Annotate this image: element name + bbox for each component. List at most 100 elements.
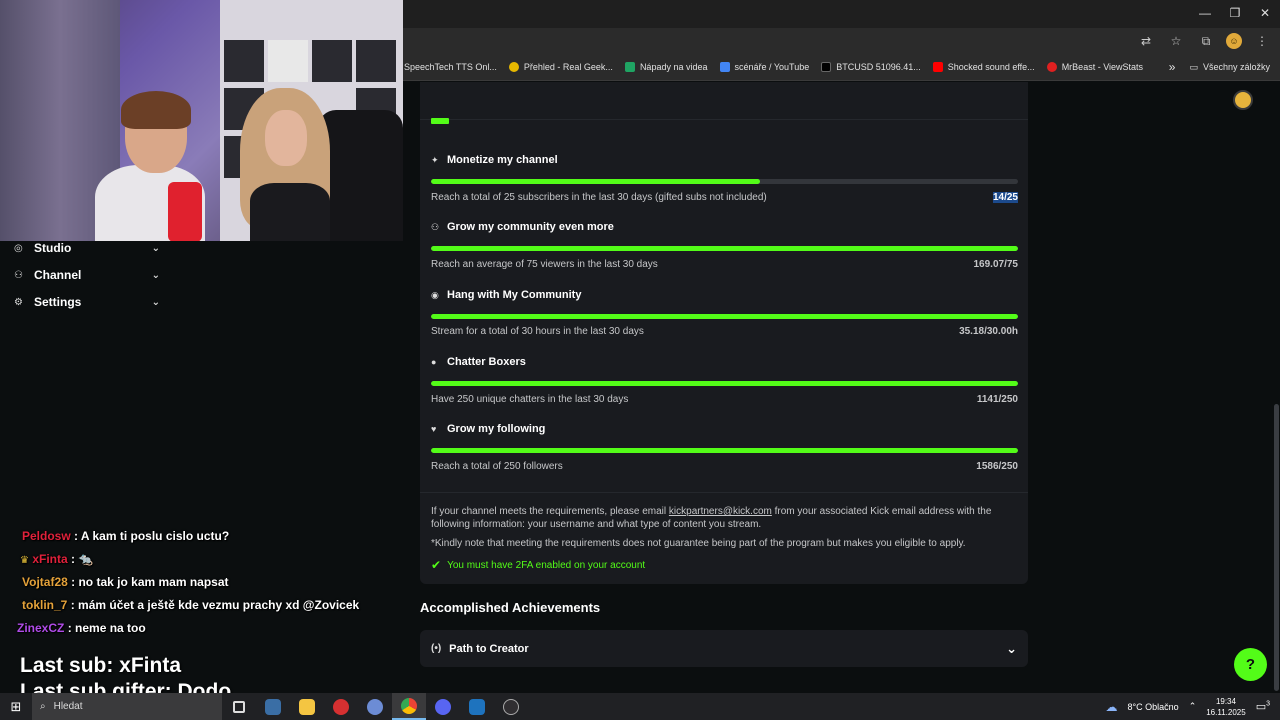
goal-progress-text: 14/25	[992, 192, 1018, 203]
last-sub-label: Last sub: xFinta	[20, 654, 182, 677]
scrollbar[interactable]	[1274, 404, 1279, 691]
goal-title-text: Chatter Boxers	[447, 356, 526, 368]
cloud-icon: ☁	[1105, 699, 1118, 714]
webcam-overlay	[0, 0, 403, 241]
taskbar-search[interactable]: ⌕ Hledat	[32, 693, 222, 720]
bookmark-label: Nápady na videa	[639, 62, 708, 72]
sidebar-item-studio[interactable]: ◎ Studio ⌄	[14, 238, 160, 258]
restore-button[interactable]: ❐	[1220, 0, 1250, 28]
goal-title: ✦ Monetize my channel	[431, 154, 558, 166]
goal-title: ◉ Hang with My Community	[431, 289, 581, 301]
chat-message: Vojtaf28 : no tak jo kam mam napsat	[22, 575, 229, 589]
notifications-icon[interactable]: ▭3	[1256, 700, 1270, 713]
chat-username: ZinexCZ	[17, 621, 65, 635]
goal-description: Stream for a total of 30 hours in the la…	[431, 326, 644, 337]
clock[interactable]: 19:34 16.11.2025	[1206, 696, 1245, 718]
clock-date: 16.11.2025	[1206, 707, 1246, 717]
translate-icon[interactable]: ⇄	[1136, 31, 1156, 51]
goal-description: Reach an average of 75 viewers in the la…	[431, 259, 658, 270]
file-explorer-icon[interactable]	[290, 693, 324, 720]
red-cup	[168, 182, 202, 241]
sidebar-item-channel[interactable]: ⚇ Channel ⌄	[14, 265, 160, 285]
chat-text: :	[71, 552, 75, 566]
taskbar: ⊞ ⌕ Hledat ☁ 8°C Oblačno ⌃ 19:34 16.11.2…	[0, 693, 1280, 720]
taskbar-app-icon[interactable]	[460, 693, 494, 720]
obs-icon[interactable]	[494, 693, 528, 720]
chat-message: ♛ xFinta : 🐀	[20, 552, 93, 566]
viewstats-icon	[1046, 62, 1057, 72]
bookmark-label: BTCUSD 51096.41...	[836, 62, 921, 72]
taskbar-app-icon[interactable]	[358, 693, 392, 720]
bookmark-item[interactable]: MrBeast - ViewStats	[1046, 62, 1144, 72]
close-button[interactable]: ✕	[1250, 0, 1280, 28]
chat-message: ZinexCZ : neme na too	[17, 621, 146, 635]
checkmark-icon: ✔	[431, 558, 442, 572]
taskbar-app-icon[interactable]	[324, 693, 358, 720]
twofa-text: You must have 2FA enabled on your accoun…	[447, 559, 646, 571]
goal-description: Have 250 unique chatters in the last 30 …	[431, 394, 629, 405]
sidebar-item-settings[interactable]: ⚙ Settings ⌄	[14, 292, 160, 312]
windows-start-button[interactable]: ⊞	[0, 693, 32, 720]
chevron-up-icon[interactable]: ⌃	[1189, 701, 1197, 712]
bookmark-item[interactable]: BTCUSD 51096.41...	[821, 62, 921, 72]
goal-description: Reach a total of 25 subscribers in the l…	[431, 192, 767, 203]
sidebar-item-label: Settings	[34, 295, 82, 309]
community-icon: ⚇	[431, 221, 440, 232]
system-tray: ☁ 8°C Oblačno ⌃ 19:34 16.11.2025 ▭3	[1106, 693, 1280, 720]
streamer-2	[240, 88, 330, 241]
all-bookmarks-button[interactable]: ▭ Všechny záložky	[1189, 62, 1270, 73]
broadcast-icon: ◉	[431, 289, 439, 300]
sidebar-item-label: Studio	[34, 241, 72, 255]
goal-progress-bar	[431, 314, 1018, 319]
chat-bubble-icon: ●	[431, 357, 437, 367]
all-bookmarks-label: Všechny záložky	[1202, 62, 1270, 72]
weather-text[interactable]: 8°C Oblačno	[1128, 702, 1179, 712]
lightbulb-icon	[508, 62, 519, 72]
divider	[420, 119, 1028, 120]
chat-text: : mám účet a ještě kde vezmu prachy xd @…	[70, 598, 360, 612]
application-note: If your channel meets the requirements, …	[431, 505, 1011, 531]
goal-progress-value: 14/25	[992, 192, 1018, 203]
sheets-icon	[624, 62, 635, 72]
bookmark-label: MrBeast - ViewStats	[1061, 62, 1144, 72]
bookmark-item[interactable]: scénáře / YouTube	[719, 62, 809, 72]
extensions-icon[interactable]: ⧉	[1196, 31, 1216, 51]
user-avatar[interactable]	[1233, 90, 1253, 110]
bookmark-item[interactable]: Přehled - Real Geek...	[508, 62, 613, 72]
profile-avatar[interactable]: ☺	[1226, 33, 1242, 49]
goal-progress-text: 1586/250	[976, 461, 1018, 472]
folder-icon: ▭	[1189, 61, 1198, 72]
bookmark-item[interactable]: Nápady na videa	[624, 62, 708, 72]
bookmarks-overflow-button[interactable]: »	[1169, 60, 1176, 74]
help-button[interactable]: ?	[1234, 648, 1267, 681]
bookmark-item[interactable]: SpeechTech TTS Onl...	[404, 62, 497, 72]
chat-message: toklin_7 : mám účet a ještě kde vezmu pr…	[22, 598, 359, 612]
bookmark-item[interactable]: Shocked sound effe...	[932, 62, 1035, 72]
chat-username: Vojtaf28	[22, 575, 68, 589]
broadcast-icon: (•)	[431, 643, 442, 654]
heart-icon: ♥	[431, 424, 437, 434]
youtube-icon	[932, 62, 943, 72]
minimize-button[interactable]: —	[1190, 0, 1220, 28]
chat-username: toklin_7	[22, 598, 68, 612]
achievement-accordion[interactable]: (•) Path to Creator ⌄	[420, 630, 1028, 667]
kebab-menu-icon[interactable]: ⋮	[1252, 31, 1272, 51]
studio-icon: ◎	[14, 242, 23, 254]
progress-fill	[431, 381, 1018, 386]
bookmark-label: Přehled - Real Geek...	[523, 62, 613, 72]
star-icon[interactable]: ☆	[1166, 31, 1186, 51]
note-text: If your channel meets the requirements, …	[431, 506, 669, 517]
chair	[318, 110, 403, 241]
taskbar-app-icon[interactable]	[256, 693, 290, 720]
chrome-icon[interactable]	[392, 693, 426, 720]
chevron-down-icon: ⌄	[151, 296, 160, 308]
goal-progress-text: 169.07/75	[973, 259, 1019, 270]
goal-title: ♥ Grow my following	[431, 423, 545, 435]
goal-title-text: Monetize my channel	[447, 154, 558, 166]
goal-progress-bar	[431, 246, 1018, 251]
taskbar-app-icon[interactable]	[426, 693, 460, 720]
email-link[interactable]: kickpartners@kick.com	[669, 506, 772, 517]
chat-username: xFinta	[32, 552, 68, 566]
task-view-button[interactable]	[222, 693, 256, 720]
achievement-label: Path to Creator	[449, 642, 529, 655]
